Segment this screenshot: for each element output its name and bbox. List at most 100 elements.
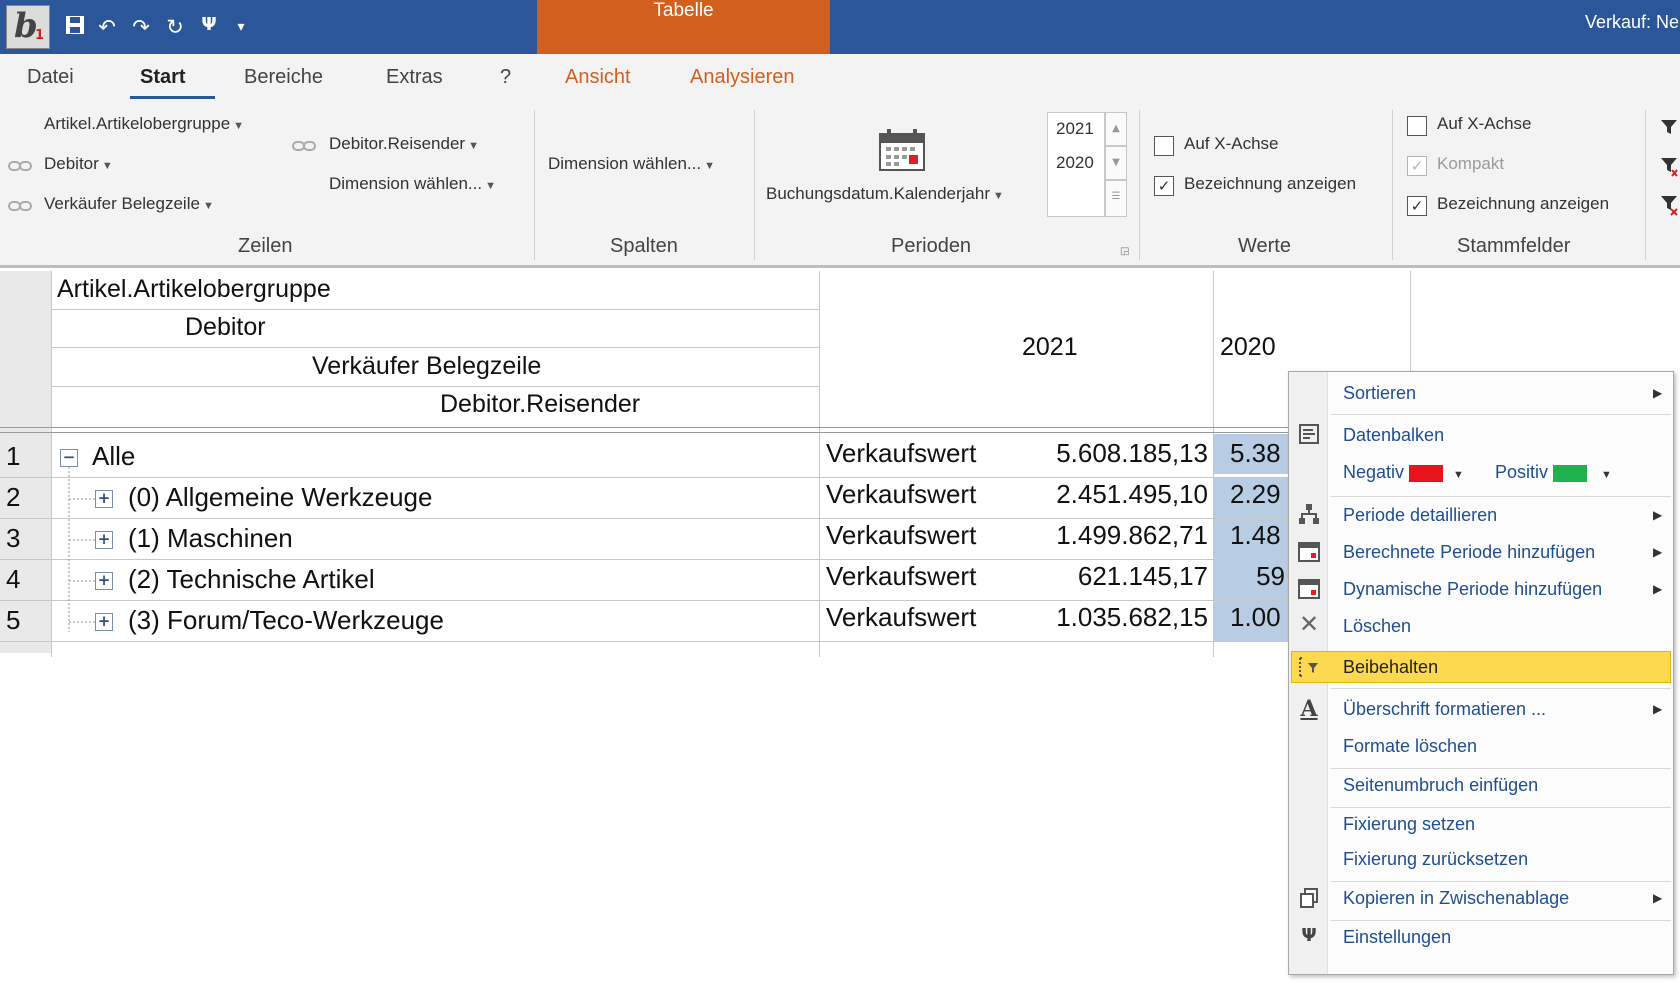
collapse-icon[interactable]: − [60, 449, 78, 467]
spalten-dimension-button[interactable]: Dimension wählen... ▼ [548, 154, 715, 174]
ribbon-tabs: Datei Start Bereiche Extras ? Ansicht An… [0, 54, 1680, 104]
value-2021[interactable]: 621.145,17 [1020, 561, 1208, 592]
positiv-color-picker[interactable]: Positiv ▼ [1495, 462, 1612, 483]
value-2021[interactable]: 5.608.185,13 [1020, 438, 1208, 469]
scroll-up-icon[interactable]: ▲ [1105, 112, 1127, 146]
filter-icon[interactable] [1660, 118, 1678, 136]
header-level-verkaeufer[interactable]: Verkäufer Belegzeile [312, 352, 541, 381]
save-icon[interactable] [62, 14, 88, 40]
value-2021[interactable]: 1.035.682,15 [1020, 602, 1208, 633]
row-number: 1 [6, 441, 21, 471]
row-label[interactable]: (2) Technische Artikel [128, 564, 375, 595]
hierarchy-icon [1299, 504, 1319, 524]
settings-icon[interactable]: Ψ [196, 14, 222, 40]
stamm-auf-x-achse-checkbox[interactable] [1407, 116, 1427, 136]
context-tab-tabelle[interactable]: Tabelle [537, 0, 830, 54]
menu-item-seitenumbruch[interactable]: Seitenumbruch einfügen [1343, 775, 1538, 796]
value-2021[interactable]: 2.451.495,10 [1020, 479, 1208, 510]
menu-item-periode-detaillieren[interactable]: Periode detaillieren [1343, 505, 1497, 526]
grid-line [0, 641, 1290, 642]
tab-start[interactable]: Start [140, 66, 186, 89]
header-level-debitor[interactable]: Debitor [185, 313, 266, 342]
menu-item-loeschen[interactable]: Löschen [1343, 616, 1411, 637]
zeilen-debitor-button[interactable]: Debitor ▼ [44, 154, 113, 174]
refresh-icon[interactable]: ↻ [162, 14, 188, 40]
value-2020[interactable]: 2.29 [1230, 479, 1281, 510]
tab-help[interactable]: ? [500, 66, 511, 89]
zeilen-verkaeufer-button[interactable]: Verkäufer Belegzeile ▼ [44, 194, 214, 214]
undo-icon[interactable]: ↶ [94, 14, 120, 40]
expand-list-icon[interactable]: ☰ [1105, 180, 1127, 217]
header-level-reisender[interactable]: Debitor.Reisender [440, 390, 640, 419]
qat-dropdown-icon[interactable]: ▾ [228, 14, 254, 40]
tab-ansicht[interactable]: Ansicht [565, 66, 631, 89]
value-2020[interactable]: 59 [1220, 561, 1285, 592]
reisender-label: Debitor.Reisender [329, 134, 466, 153]
negativ-color-picker[interactable]: Negativ ▼ [1343, 462, 1464, 483]
menu-item-einstellungen[interactable]: Einstellungen [1343, 927, 1451, 948]
group-separator [534, 110, 535, 260]
zeilen-artikelobergruppe-button[interactable]: Artikel.Artikelobergruppe ▼ [44, 114, 244, 134]
werte-bezeichnung-checkbox[interactable]: ✓ [1154, 176, 1174, 196]
menu-item-dynamische-periode[interactable]: Dynamische Periode hinzufügen [1343, 579, 1602, 600]
tab-extras[interactable]: Extras [386, 66, 443, 89]
year-list[interactable]: 2021 2020 [1047, 112, 1105, 217]
calendar-icon[interactable] [878, 128, 926, 172]
filter-clear-icon[interactable] [1660, 194, 1678, 216]
menu-separator [1331, 688, 1671, 689]
scroll-down-icon[interactable]: ▼ [1105, 146, 1127, 180]
measure-label[interactable]: Verkaufswert [826, 561, 976, 592]
header-level-artikelobergruppe[interactable]: Artikel.Artikelobergruppe [57, 275, 331, 304]
negativ-swatch [1409, 464, 1444, 482]
menu-separator [1331, 920, 1671, 921]
menu-item-fixierung-setzen[interactable]: Fixierung setzen [1343, 814, 1475, 835]
zeilen-dimension-button[interactable]: Dimension wählen... ▼ [329, 174, 496, 194]
value-2020[interactable]: 1.00 [1230, 602, 1281, 633]
measure-label[interactable]: Verkaufswert [826, 438, 976, 469]
measure-label[interactable]: Verkaufswert [826, 479, 976, 510]
data-bars-icon [1299, 424, 1319, 444]
value-2020[interactable]: 5.38 [1230, 438, 1281, 469]
tab-bereiche[interactable]: Bereiche [244, 66, 323, 89]
filter-remove-icon[interactable] [1660, 156, 1678, 178]
spalten-dimension-label: Dimension wählen... [548, 154, 702, 173]
tab-datei[interactable]: Datei [27, 66, 74, 89]
measure-label[interactable]: Verkaufswert [826, 602, 976, 633]
grid-line [0, 518, 1290, 519]
tab-analysieren[interactable]: Analysieren [690, 66, 795, 89]
perioden-field-button[interactable]: Buchungsdatum.Kalenderjahr ▼ [766, 184, 1004, 204]
menu-item-datenbalken[interactable]: Datenbalken [1343, 425, 1444, 446]
value-2021[interactable]: 1.499.862,71 [1020, 520, 1208, 551]
column-header-2021[interactable]: 2021 [1022, 333, 1078, 362]
zeilen-reisender-button[interactable]: Debitor.Reisender ▼ [329, 134, 479, 154]
year-item[interactable]: 2021 [1056, 119, 1094, 139]
werte-auf-x-achse-checkbox[interactable] [1154, 136, 1174, 156]
menu-item-berechnete-periode[interactable]: Berechnete Periode hinzufügen [1343, 542, 1595, 563]
keep-filter-icon [1299, 657, 1318, 677]
year-item[interactable]: 2020 [1056, 153, 1094, 173]
menu-item-kopieren[interactable]: Kopieren in Zwischenablage [1343, 888, 1569, 909]
verkaeufer-label: Verkäufer Belegzeile [44, 194, 200, 213]
werte-bezeichnung-label: Bezeichnung anzeigen [1184, 174, 1357, 193]
menu-item-ueberschrift[interactable]: Überschrift formatieren ... [1343, 699, 1546, 720]
menu-item-fixierung-zuruecksetzen[interactable]: Fixierung zurücksetzen [1343, 849, 1528, 870]
stamm-bezeichnung-checkbox[interactable]: ✓ [1407, 196, 1427, 216]
group-separator [1645, 110, 1646, 260]
value-2020[interactable]: 1.48 [1230, 520, 1281, 551]
row-label[interactable]: (1) Maschinen [128, 523, 293, 554]
app-logo-icon[interactable]: b 1 [6, 5, 50, 49]
copy-icon [1300, 888, 1318, 908]
column-header-2020[interactable]: 2020 [1220, 333, 1276, 362]
row-label[interactable]: (3) Forum/Teco-Werkzeuge [128, 605, 444, 636]
menu-item-beibehalten[interactable]: Beibehalten [1343, 657, 1438, 678]
positiv-label: Positiv [1495, 462, 1549, 482]
link-icon [8, 161, 32, 171]
menu-item-sortieren[interactable]: Sortieren [1343, 383, 1416, 404]
dialog-launcher-icon[interactable]: ◲ [1120, 246, 1129, 257]
stamm-kompakt-checkbox[interactable]: ✓ [1407, 156, 1427, 176]
redo-icon[interactable]: ↷ [128, 14, 154, 40]
row-label[interactable]: (0) Allgemeine Werkzeuge [128, 482, 432, 513]
menu-item-formate-loeschen[interactable]: Formate löschen [1343, 736, 1477, 757]
measure-label[interactable]: Verkaufswert [826, 520, 976, 551]
perioden-field-label: Buchungsdatum.Kalenderjahr [766, 184, 990, 203]
